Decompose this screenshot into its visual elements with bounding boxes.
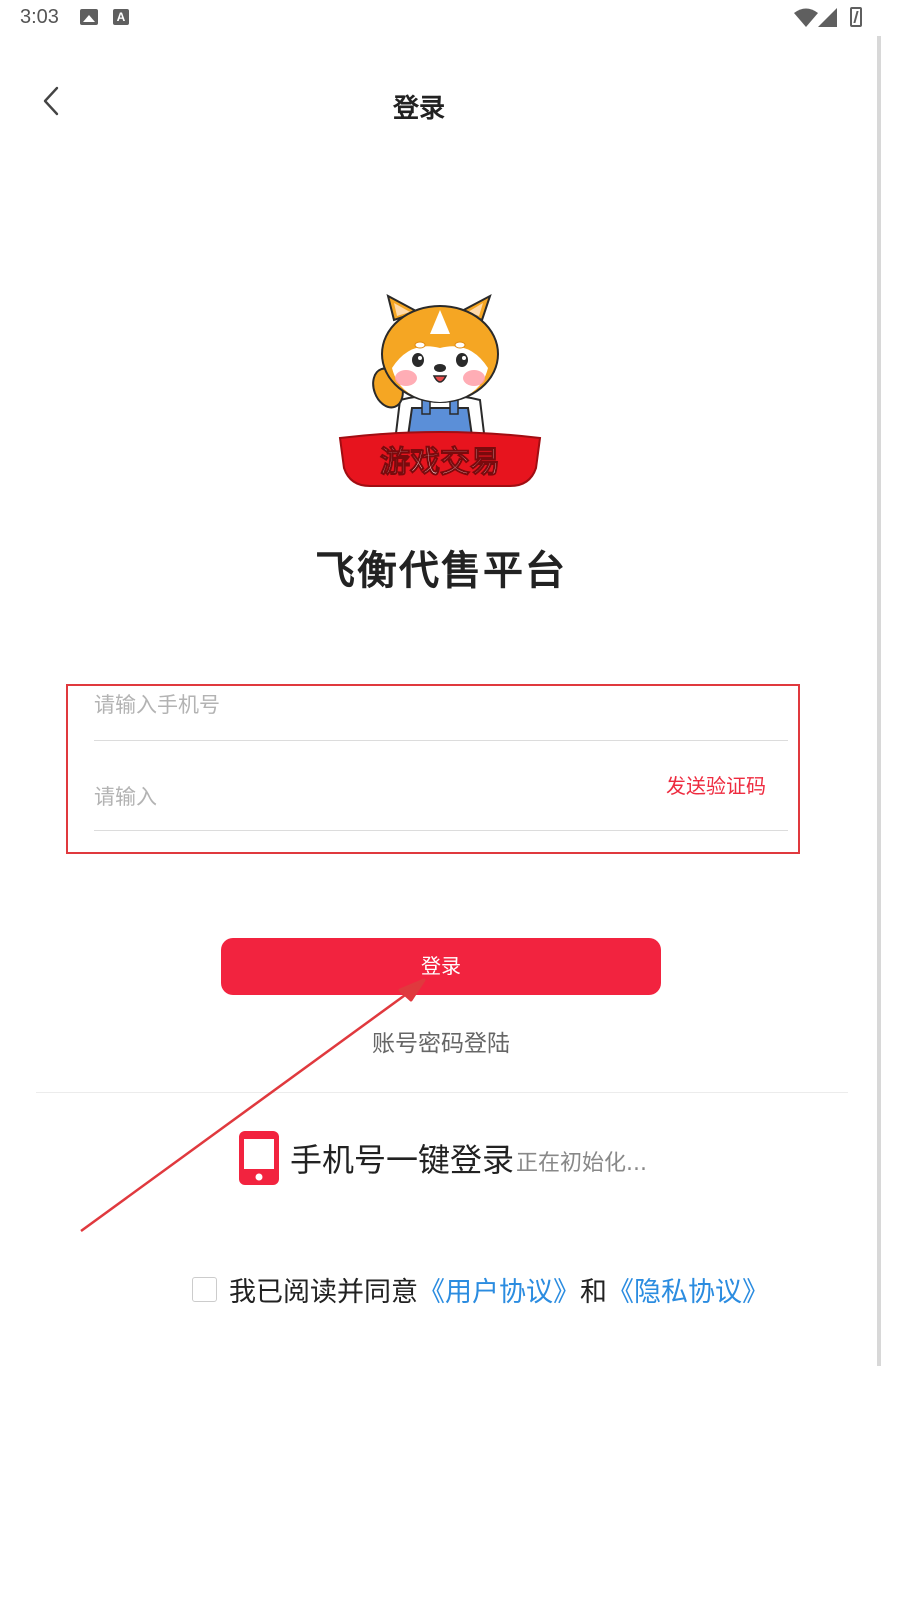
- agreement-row: 我已阅读并同意 《用户协议》 和 《隐私协议》: [192, 1270, 769, 1309]
- agreement-checkbox[interactable]: [192, 1277, 217, 1302]
- scroll-indicator: [877, 36, 881, 1366]
- signal-icon: [818, 8, 837, 27]
- phone-field: [94, 688, 788, 741]
- logo-banner-text: 游戏交易: [380, 445, 500, 480]
- a-letter-icon: A: [113, 9, 129, 25]
- one-key-login-label: 手机号一键登录: [290, 1141, 515, 1179]
- one-key-status: 正在初始化...: [516, 1151, 647, 1176]
- phone-icon: [239, 1131, 279, 1185]
- a-letter-text: A: [116, 10, 126, 24]
- mascot-logo: 游戏交易: [338, 293, 542, 487]
- send-code-button[interactable]: 发送验证码: [666, 770, 766, 799]
- code-field: 发送验证码: [94, 760, 788, 831]
- page-title: 登录: [392, 94, 445, 124]
- login-screen: 3:03 A 登录 游戏交易 飞衡代售平台 请输入手机号 请输入 发送验证码 登…: [0, 0, 900, 1600]
- login-button[interactable]: 登录: [221, 938, 661, 995]
- status-time: 3:03: [20, 6, 59, 28]
- user-agreement-link[interactable]: 《用户协议》: [418, 1270, 580, 1309]
- agreement-and: 和: [580, 1277, 607, 1308]
- divider: [36, 1092, 848, 1093]
- battery-icon: [850, 7, 862, 27]
- app-name: 飞衡代售平台: [315, 548, 567, 594]
- account-password-login-link[interactable]: 账号密码登陆: [0, 1024, 882, 1058]
- privacy-agreement-link[interactable]: 《隐私协议》: [607, 1270, 769, 1309]
- status-bar: 3:03 A: [0, 0, 900, 36]
- one-key-login[interactable]: 手机号一键登录 正在初始化...: [238, 1128, 647, 1188]
- wifi-icon: [794, 8, 818, 27]
- image-icon: [80, 9, 98, 25]
- phone-input[interactable]: [94, 688, 788, 740]
- agreement-prefix: 我已阅读并同意: [229, 1277, 418, 1308]
